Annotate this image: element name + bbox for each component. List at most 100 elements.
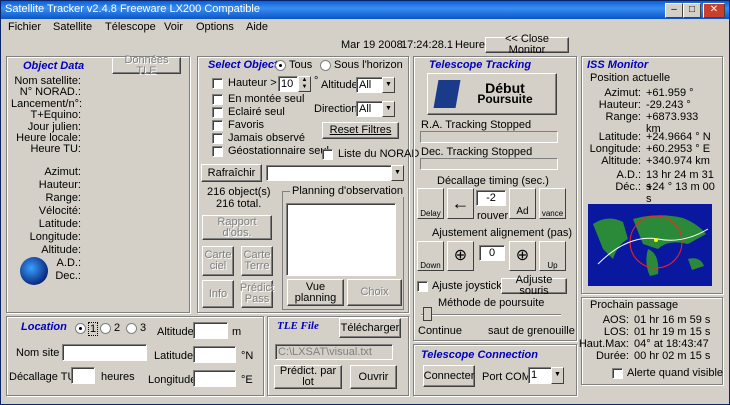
maximize-button[interactable]: □ — [683, 3, 701, 18]
method-slider-track[interactable] — [421, 314, 561, 316]
menu-voir[interactable]: Voir — [164, 21, 183, 33]
batch-predict-button[interactable]: Prédict. par lot — [274, 365, 342, 389]
nom-site-input[interactable] — [62, 344, 147, 361]
iss-range-label: Range: — [605, 111, 641, 123]
jamais-observe-checkbox[interactable] — [212, 133, 223, 144]
vue-planning-button[interactable]: Vue planning — [287, 279, 344, 306]
iss-position-rows: Azimut: +61.959 ° Hauteur: -29.243 ° Range… — [585, 87, 715, 205]
joystick-checkbox[interactable] — [417, 281, 428, 292]
object-select[interactable] — [266, 165, 393, 181]
retard-arrow-button[interactable]: ← — [447, 188, 474, 219]
iss-hauteur-label: Hauteur: — [598, 99, 641, 111]
open-button[interactable]: Ouvrir — [350, 365, 397, 389]
radio-tous-label: Tous — [289, 59, 313, 71]
label-equino: T+Equino: — [30, 109, 81, 122]
reset-filters-button[interactable]: Reset Filtres — [322, 122, 399, 139]
radio-tous[interactable] — [275, 60, 286, 71]
alignment-label: Ajustement alignement (pas) — [432, 227, 573, 239]
window-title: Satellite Tracker v2.4.8 Freeware LX200 … — [5, 3, 260, 15]
location-latitude-input[interactable] — [193, 346, 236, 363]
radio-sous-horizon[interactable] — [320, 60, 331, 71]
port-com-dropdown-arrow[interactable]: ▼ — [551, 367, 564, 384]
duree-value: 00 hr 02 m 15 s — [634, 350, 711, 362]
delay-button[interactable]: Delay — [417, 188, 444, 219]
advance-button[interactable]: Ad — [509, 188, 536, 219]
choix-button[interactable]: Choix — [347, 279, 402, 306]
direction-select[interactable]: All — [356, 101, 384, 117]
dec-progress — [420, 158, 558, 170]
download-button[interactable]: Télécharger — [339, 318, 401, 338]
avance-button[interactable]: vance — [539, 188, 566, 219]
menu-bar: Fichier Satellite Télescope Voir Options… — [1, 19, 729, 36]
refresh-button[interactable]: Rafraîchir — [201, 164, 262, 182]
hauteur-checkbox[interactable] — [212, 78, 223, 89]
location-longitude-input[interactable] — [193, 370, 236, 387]
minimize-button[interactable]: – — [665, 3, 683, 18]
altitude-filter-label: Altitude — [321, 79, 358, 91]
location-radio-3[interactable] — [126, 323, 137, 334]
menu-fichier[interactable]: Fichier — [8, 21, 41, 33]
up-button[interactable]: Up — [539, 241, 566, 271]
down-button[interactable]: Down — [417, 241, 444, 271]
longitude-unit: °E — [241, 374, 253, 386]
en-montee-checkbox[interactable] — [212, 94, 223, 105]
align-left-button[interactable]: ⊕ — [447, 241, 474, 271]
eclaire-checkbox[interactable] — [212, 107, 223, 118]
radio-sous-horizon-label: Sous l'horizon — [334, 59, 403, 71]
iss-altitude-value: +340.974 km — [646, 155, 710, 167]
location-altitude-label: Altitude — [157, 326, 194, 338]
predict-pass-button[interactable]: Prédict Pass — [240, 280, 274, 308]
hauteur-spinner[interactable]: ▲ ▼ — [298, 76, 311, 92]
tz-input[interactable] — [71, 367, 95, 384]
location-radio-1[interactable] — [75, 323, 86, 334]
iss-world-map[interactable] — [588, 204, 712, 286]
method-slider-thumb[interactable] — [423, 307, 432, 321]
align-right-button[interactable]: ⊕ — [509, 241, 536, 271]
menu-aide[interactable]: Aide — [246, 21, 268, 33]
telescope-icon — [433, 80, 461, 108]
direction-dropdown-arrow[interactable]: ▼ — [382, 101, 395, 117]
start-tracking-button[interactable]: Début Poursuite — [427, 73, 557, 115]
latitude-unit: °N — [241, 350, 254, 362]
carte-ciel-button[interactable]: Carte ciel — [202, 246, 234, 276]
planning-title: Planning d'observation — [290, 185, 405, 197]
info-button[interactable]: Info — [202, 280, 234, 308]
start-tracking-bottom-label: Poursuite — [477, 92, 533, 106]
menu-satellite[interactable]: Satellite — [53, 21, 92, 33]
location-radio-3-label: 3 — [140, 322, 147, 334]
altitude-select[interactable]: All — [356, 77, 384, 93]
port-com-select[interactable]: 1 — [528, 367, 552, 384]
label-longitude: Longitude: — [29, 231, 81, 243]
iss-azimut-label: Azimut: — [604, 87, 641, 99]
geostationnaire-checkbox[interactable] — [212, 146, 223, 157]
alert-checkbox[interactable] — [612, 368, 623, 379]
iss-latitude-label: Latitude: — [598, 131, 641, 143]
timing-input[interactable]: -2 — [476, 190, 506, 206]
alignment-input[interactable]: 0 — [479, 245, 505, 261]
telescope-tracking-title: Telescope Tracking — [429, 59, 532, 71]
app-window: Satellite Tracker v2.4.8 Freeware LX200 … — [0, 0, 730, 405]
location-radio-2[interactable] — [100, 323, 111, 334]
haut-max-value: 04° at 18:43:47 — [634, 338, 709, 350]
mouse-adjust-button[interactable]: Adjuste souris — [501, 275, 567, 297]
altitude-dropdown-arrow[interactable]: ▼ — [382, 77, 395, 93]
close-monitor-button[interactable]: << Close Monitor — [485, 34, 569, 56]
location-latitude-label: Latitude — [154, 350, 194, 362]
close-button[interactable]: ✕ — [703, 3, 725, 18]
location-altitude-input[interactable] — [193, 322, 228, 339]
rapport-obs-button[interactable]: Rapport d'obs. — [202, 215, 272, 240]
favoris-checkbox[interactable] — [212, 120, 223, 131]
connect-button[interactable]: Connecter — [423, 365, 475, 387]
norad-list-checkbox[interactable] — [322, 149, 333, 160]
planning-list[interactable] — [286, 203, 396, 276]
tle-path-field[interactable]: C:\LXSAT\visual.txt — [275, 344, 393, 360]
carte-terre-button[interactable]: Carte Terre — [241, 246, 273, 276]
tle-data-button[interactable]: Données TLE — [112, 54, 181, 76]
menu-telescope[interactable]: Télescope — [105, 21, 156, 33]
menu-options[interactable]: Options — [196, 21, 234, 33]
aos-label: AOS: — [602, 314, 629, 326]
en-montee-label: En montée seul — [228, 93, 305, 105]
object-data-title: Object Data — [23, 60, 85, 72]
object-dropdown-arrow[interactable]: ▼ — [391, 165, 404, 181]
hauteur-input[interactable]: 10 — [278, 76, 298, 92]
